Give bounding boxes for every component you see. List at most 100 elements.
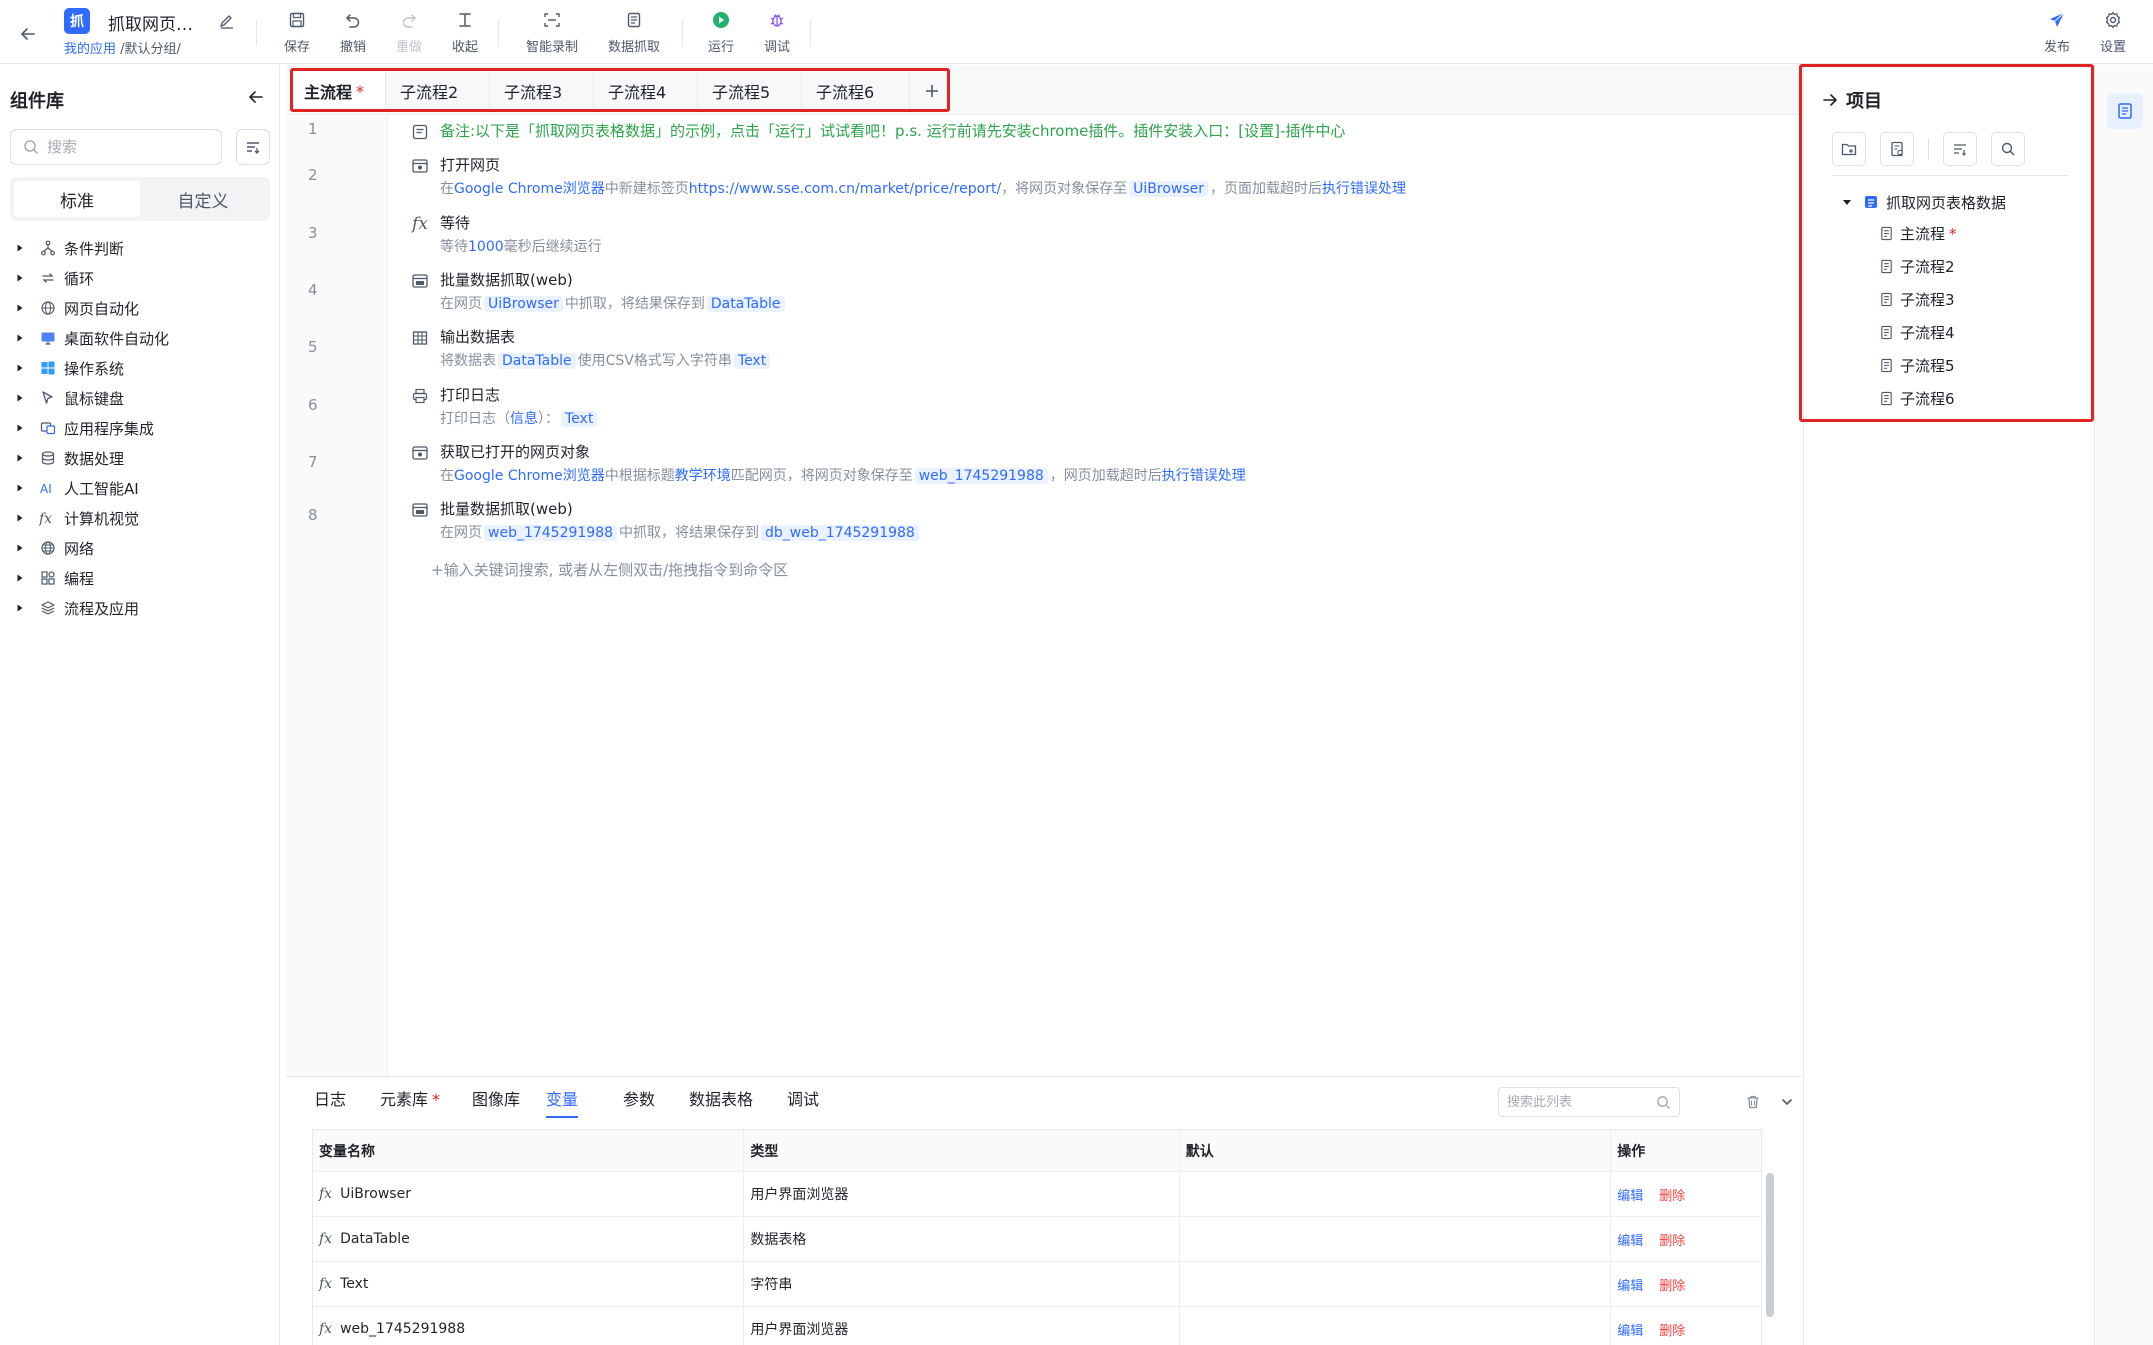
category-item[interactable]: 应用程序集成 <box>0 413 280 443</box>
project-panel-toggle-icon[interactable] <box>2107 93 2143 129</box>
table-row[interactable]: fx DataTable 数据表格 编辑 删除 <box>313 1217 1761 1262</box>
caret-down-icon[interactable] <box>1842 197 1856 207</box>
table-row[interactable]: fx web_1745291988 用户界面浏览器 编辑 删除 <box>313 1307 1761 1345</box>
param-log-level-link[interactable]: 信息 <box>510 411 538 427</box>
variable-chip[interactable]: db_web_1745291988 <box>761 525 919 541</box>
edit-variable-button[interactable]: 编辑 <box>1617 1185 1643 1204</box>
smart-record-button[interactable]: 智能录制 <box>526 8 578 56</box>
undo-button[interactable]: 撤销 <box>340 8 366 56</box>
back-arrow-icon[interactable] <box>14 20 42 48</box>
tab-element-library[interactable]: 元素库 * <box>380 1086 440 1116</box>
tab-subflow-3[interactable]: 子流程3 <box>490 72 594 110</box>
category-item[interactable]: 网页自动化 <box>0 293 280 323</box>
variable-chip[interactable]: web_1745291988 <box>914 468 1048 484</box>
tab-subflow-4[interactable]: 子流程4 <box>594 72 698 110</box>
tab-subflow-2[interactable]: 子流程2 <box>386 72 490 110</box>
settings-button[interactable]: 设置 <box>2100 8 2126 56</box>
category-item[interactable]: 编程 <box>0 563 280 593</box>
table-row[interactable]: fx UiBrowser 用户界面浏览器 编辑 删除 <box>313 1172 1761 1217</box>
variable-chip[interactable]: DataTable <box>498 353 576 369</box>
save-button[interactable]: 保存 <box>284 8 310 56</box>
redo-button[interactable]: 重做 <box>396 8 422 56</box>
table-scrollbar[interactable] <box>1766 1173 1774 1317</box>
edit-title-icon[interactable] <box>218 12 236 30</box>
category-item[interactable]: 桌面软件自动化 <box>0 323 280 353</box>
tree-item-flow[interactable]: 子流程2 <box>1842 250 2006 283</box>
caret-right-icon[interactable] <box>16 273 30 283</box>
tab-debug[interactable]: 调试 <box>787 1086 819 1116</box>
run-button[interactable]: 运行 <box>708 8 734 56</box>
sort-icon[interactable] <box>1943 132 1977 166</box>
delete-variable-button[interactable]: 删除 <box>1659 1185 1685 1204</box>
category-item[interactable]: 流程及应用 <box>0 593 280 623</box>
caret-right-icon[interactable] <box>16 423 30 433</box>
chevron-down-icon[interactable] <box>1776 1091 1798 1113</box>
tree-item-flow[interactable]: 子流程6 <box>1842 382 2006 415</box>
tab-data-tables[interactable]: 数据表格 <box>689 1086 753 1116</box>
tab-subflow-6[interactable]: 子流程6 <box>802 72 910 110</box>
project-title[interactable]: 项目 <box>1822 87 1882 113</box>
component-search-input[interactable] <box>47 138 207 156</box>
caret-right-icon[interactable] <box>16 513 30 523</box>
param-browser-link[interactable]: Google Chrome浏览器 <box>454 181 605 197</box>
add-tab-plus-icon[interactable] <box>918 77 946 105</box>
category-item[interactable]: 条件判断 <box>0 233 280 263</box>
param-browser-link[interactable]: Google Chrome浏览器 <box>454 468 605 484</box>
tree-item-flow[interactable]: 子流程3 <box>1842 283 2006 316</box>
category-item[interactable]: 数据处理 <box>0 443 280 473</box>
param-error-handling-link[interactable]: 执行错误处理 <box>1322 181 1406 197</box>
breadcrumb-my-apps[interactable]: 我的应用 <box>64 42 116 57</box>
category-item[interactable]: AI 人工智能AI <box>0 473 280 503</box>
segment-custom[interactable]: 自定义 <box>140 181 266 217</box>
collapse-button[interactable]: 收起 <box>452 8 478 56</box>
category-item[interactable]: 鼠标键盘 <box>0 383 280 413</box>
variable-chip[interactable]: Text <box>561 411 598 427</box>
caret-right-icon[interactable] <box>16 603 30 613</box>
segment-standard[interactable]: 标准 <box>14 181 140 217</box>
edit-variable-button[interactable]: 编辑 <box>1617 1275 1643 1294</box>
param-title-link[interactable]: 教学环境 <box>675 468 731 484</box>
add-command-hint[interactable]: +输入关键词搜索, 或者从左侧双击/拖拽指令到命令区 <box>431 559 788 580</box>
trash-icon[interactable] <box>1742 1091 1764 1113</box>
search-icon[interactable] <box>1991 132 2025 166</box>
tree-item-flow[interactable]: 子流程4 <box>1842 316 2006 349</box>
caret-right-icon[interactable] <box>16 333 30 343</box>
tab-log[interactable]: 日志 <box>314 1086 346 1116</box>
sort-filter-icon[interactable] <box>236 129 270 165</box>
caret-right-icon[interactable] <box>16 303 30 313</box>
tab-parameters[interactable]: 参数 <box>623 1086 655 1116</box>
tree-item-flow[interactable]: 主流程 * <box>1842 217 2006 250</box>
tab-variables[interactable]: 变量 <box>546 1086 579 1118</box>
collapse-left-arrow-icon[interactable] <box>244 85 268 109</box>
edit-variable-button[interactable]: 编辑 <box>1617 1320 1643 1339</box>
param-duration-link[interactable]: 1000 <box>468 239 504 255</box>
delete-variable-button[interactable]: 删除 <box>1659 1230 1685 1249</box>
param-url-link[interactable]: https://www.sse.com.cn/market/price/repo… <box>689 181 1001 197</box>
caret-right-icon[interactable] <box>16 543 30 553</box>
debug-button[interactable]: 调试 <box>764 8 790 56</box>
publish-button[interactable]: 发布 <box>2044 8 2070 56</box>
variable-chip[interactable]: Text <box>733 353 771 369</box>
edit-variable-button[interactable]: 编辑 <box>1617 1230 1643 1249</box>
category-item[interactable]: 网络 <box>0 533 280 563</box>
tab-main-flow[interactable]: 主流程 * <box>290 72 386 110</box>
tree-item-flow[interactable]: 子流程5 <box>1842 349 2006 382</box>
delete-variable-button[interactable]: 删除 <box>1659 1320 1685 1339</box>
delete-variable-button[interactable]: 删除 <box>1659 1275 1685 1294</box>
category-item[interactable]: 操作系统 <box>0 353 280 383</box>
tab-image-library[interactable]: 图像库 <box>472 1086 520 1116</box>
data-capture-button[interactable]: 数据抓取 <box>608 8 660 56</box>
category-item[interactable]: fx 计算机视觉 <box>0 503 280 533</box>
category-item[interactable]: 循环 <box>0 263 280 293</box>
variable-chip[interactable]: web_1745291988 <box>484 525 618 541</box>
variable-search-input[interactable] <box>1507 1094 1647 1110</box>
caret-right-icon[interactable] <box>16 453 30 463</box>
param-error-handling-link[interactable]: 执行错误处理 <box>1162 468 1246 484</box>
caret-right-icon[interactable] <box>16 483 30 493</box>
caret-right-icon[interactable] <box>16 363 30 373</box>
caret-right-icon[interactable] <box>16 573 30 583</box>
caret-right-icon[interactable] <box>16 393 30 403</box>
tab-subflow-5[interactable]: 子流程5 <box>698 72 802 110</box>
caret-right-icon[interactable] <box>16 243 30 253</box>
variable-chip[interactable]: UiBrowser <box>484 296 563 312</box>
